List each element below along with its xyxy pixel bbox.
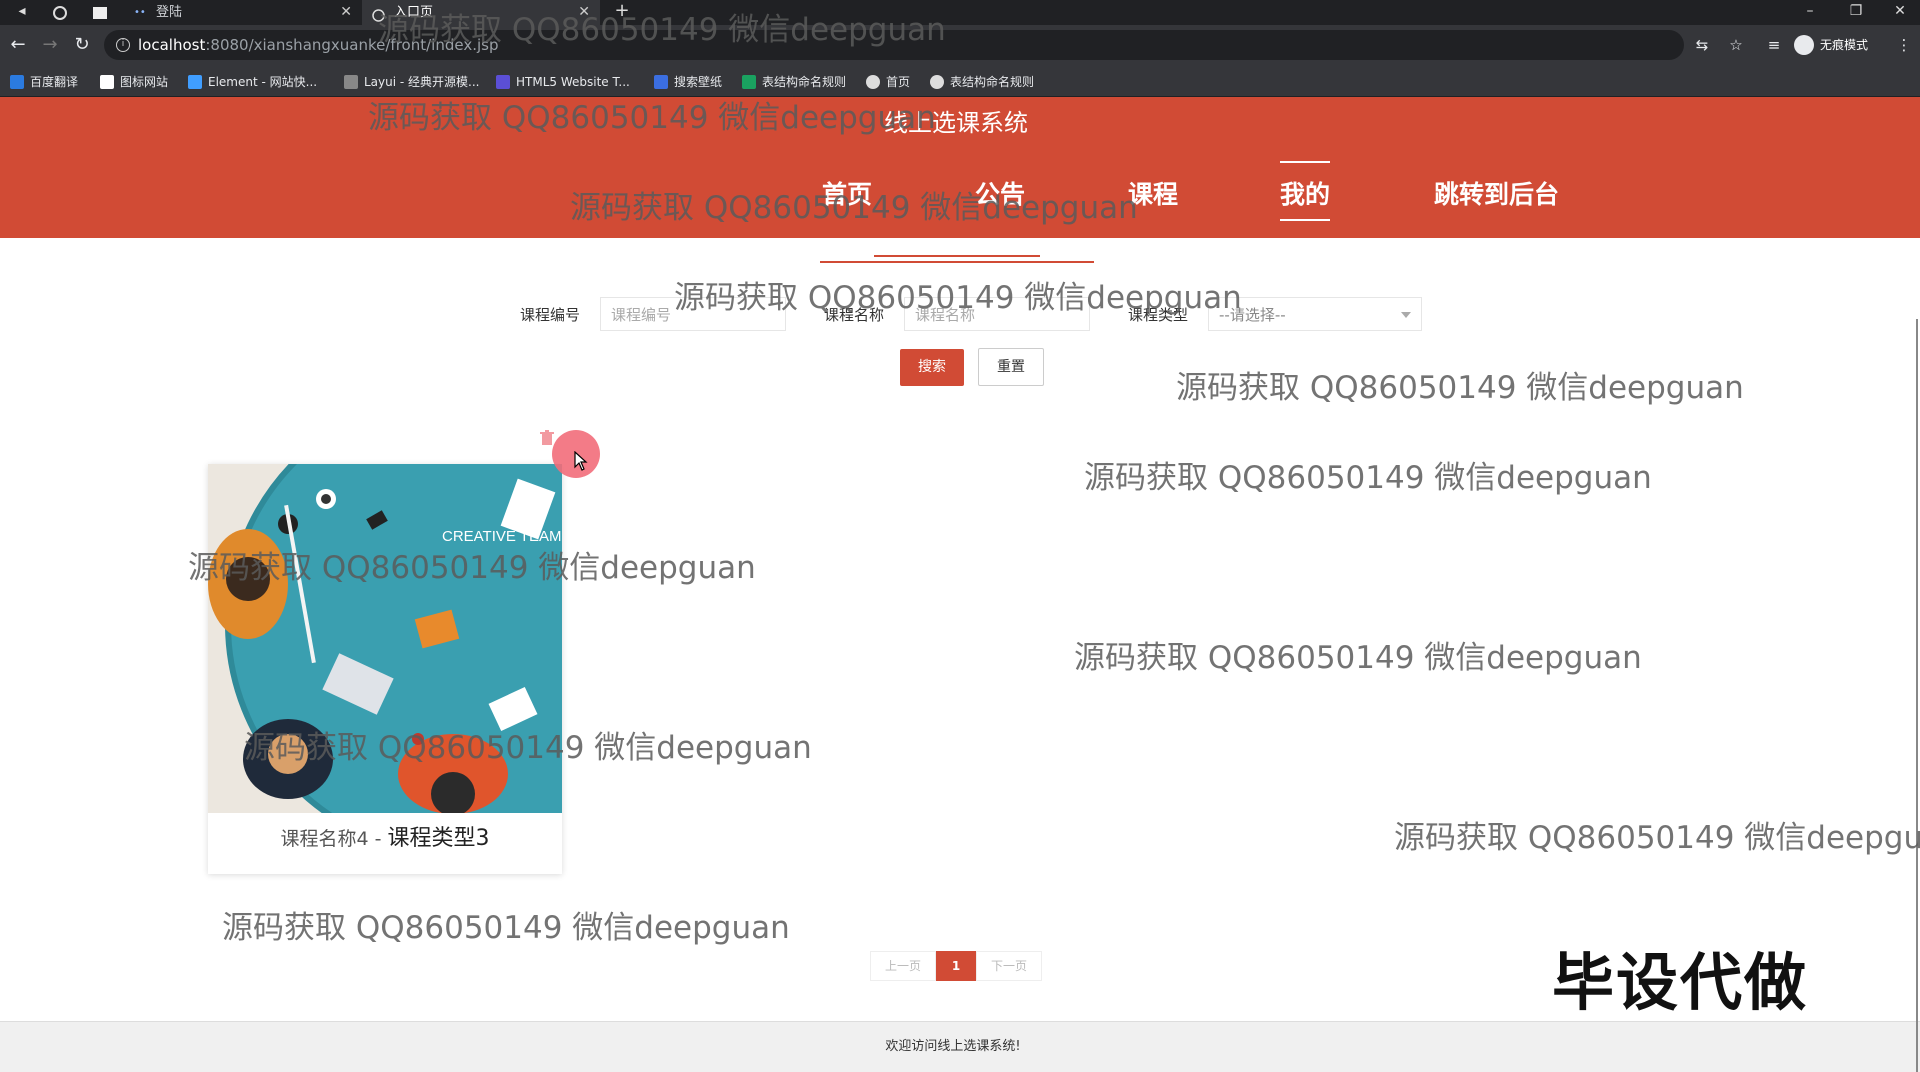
minimize-icon[interactable]: – [1790, 0, 1830, 25]
prev-page-button[interactable]: 上一页 [870, 951, 936, 981]
info-icon[interactable]: i [116, 38, 130, 52]
close-icon[interactable]: ✕ [340, 0, 352, 25]
watermark-text: 源码获取 QQ86050149 微信deepguan [1074, 640, 1642, 676]
wallpaper-bookmark-icon [654, 75, 668, 89]
forward-arrow-icon[interactable]: → [38, 33, 62, 57]
incognito-avatar-icon [1794, 35, 1814, 55]
tab-favicon-icon: •• [134, 7, 146, 18]
menu-dots-icon[interactable]: ⋮ [1894, 35, 1914, 55]
bookmarks-bar: 百度翻译 图标网站 Element - 网站快... Layui - 经典开源模… [0, 67, 1920, 97]
caption-separator: - [368, 828, 388, 850]
restore-icon[interactable]: ❐ [1836, 0, 1876, 25]
section-divider [820, 261, 1094, 263]
window-close-icon[interactable]: ✕ [1880, 0, 1920, 25]
bookmark-star-icon[interactable]: ☆ [1726, 35, 1746, 55]
course-name: 课程名称4 [280, 828, 369, 850]
page-number-button[interactable]: 1 [936, 951, 976, 981]
watermark-text: 源码获取 QQ86050149 微信deepguan [244, 730, 812, 766]
element-bookmark-icon [188, 75, 202, 89]
watermark-text: 源码获取 QQ86050149 微信deepguan [1394, 820, 1920, 856]
watermark-text: 源码获取 QQ86050149 微信deepguan [222, 910, 790, 946]
watermark-text: 源码获取 QQ86050149 微信deepguan [378, 12, 946, 48]
translate-bookmark-icon [10, 75, 24, 89]
reading-list-icon[interactable]: ≡ [1764, 35, 1784, 55]
reset-button[interactable]: 重置 [978, 348, 1044, 386]
globe-icon [930, 75, 944, 89]
course-card[interactable]: CREATIVE TEAM 课程名称4 - 课程类型3 [208, 464, 562, 874]
course-code-placeholder: 课程编号 [611, 306, 672, 324]
watermark-text: 源码获取 QQ86050149 微信deepguan [674, 280, 1242, 316]
scrollbar[interactable] [1916, 319, 1918, 1072]
layui-bookmark-icon [344, 75, 358, 89]
watermark-text: 源码获取 QQ86050149 微信deepguan [1176, 370, 1744, 406]
nav-admin[interactable]: 跳转到后台 [1434, 175, 1559, 211]
browser-tab-bar: ◂ •• 登陆 ✕ 入口页 ✕ + – ❐ ✕ [0, 0, 1920, 25]
browser-toolbar: ← → ↻ i localhost:8080/xianshangxuanke/f… [0, 25, 1920, 67]
globe-icon [866, 75, 880, 89]
flag-bookmark-icon [100, 75, 114, 89]
course-caption[interactable]: 课程名称4 - 课程类型3 [208, 820, 562, 852]
reload-icon[interactable]: ↻ [70, 33, 94, 57]
mouse-cursor-icon [574, 451, 588, 471]
overlay-stamp: 毕设代做 [1552, 946, 1809, 1019]
next-page-button[interactable]: 下一页 [976, 951, 1042, 981]
html5-bookmark-icon [496, 75, 510, 89]
back-arrow-icon[interactable]: ← [6, 33, 30, 57]
site-footer: 欢迎访问线上选课系统! [0, 1021, 1920, 1072]
chevron-down-icon [1401, 312, 1411, 318]
tab-search-icon[interactable] [80, 0, 120, 25]
section-divider [874, 255, 1040, 257]
browser-logo-icon[interactable] [40, 0, 80, 25]
course-code-label: 课程编号 [520, 306, 581, 324]
speaker-icon[interactable]: ◂ [2, 0, 42, 25]
watermark-text: 源码获取 QQ86050149 微信deepguan [188, 550, 756, 586]
watermark-text: 源码获取 QQ86050149 微信deepguan [1084, 460, 1652, 496]
search-button[interactable]: 搜索 [900, 349, 964, 386]
trash-icon[interactable] [540, 430, 554, 446]
translate-icon[interactable]: ⇆ [1692, 35, 1712, 55]
footer-text: 欢迎访问线上选课系统! [885, 1039, 1021, 1054]
course-type: 课程类型3 [387, 826, 490, 851]
nav-mine[interactable]: 我的 [1280, 161, 1331, 221]
tab-login[interactable]: •• 登陆 ✕ [124, 0, 362, 25]
watermark-text: 源码获取 QQ86050149 微信deepguan [570, 190, 1138, 226]
sheet-bookmark-icon [742, 75, 756, 89]
watermark-text: 源码获取 QQ86050149 微信deepguan [368, 100, 936, 136]
